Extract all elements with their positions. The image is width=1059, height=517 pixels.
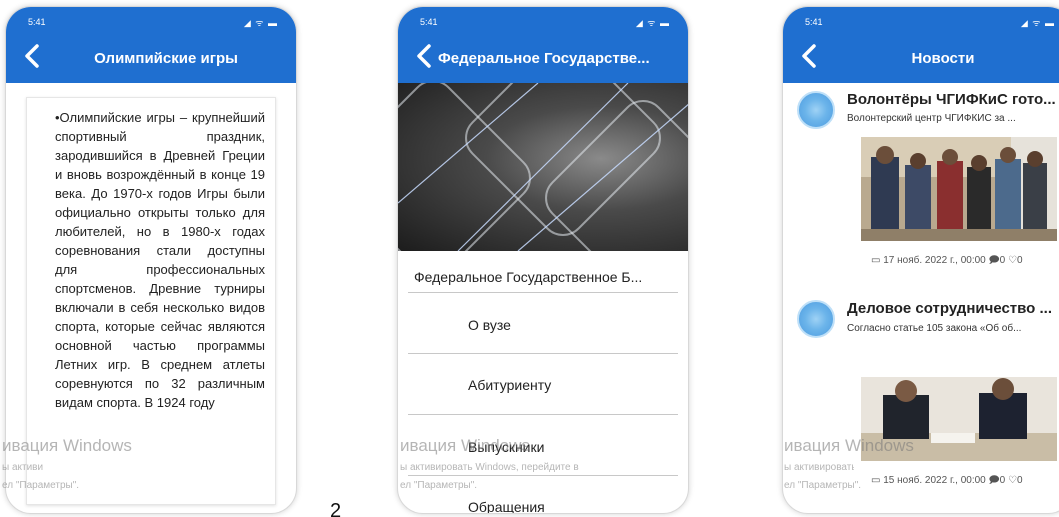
page-number: 2	[330, 500, 342, 517]
heart-icon[interactable]: ♡	[1008, 255, 1017, 266]
news-title[interactable]: Деловое сотрудничество ...	[847, 300, 1059, 317]
divider	[408, 353, 678, 354]
activation-watermark-line3: ел "Параметры".	[784, 480, 862, 491]
comment-icon: 🗩	[988, 475, 1000, 486]
back-button[interactable]	[799, 43, 821, 69]
news-date: 15 нояб. 2022 г., 00:00	[883, 475, 986, 486]
activation-watermark: ивация Windows	[400, 436, 530, 455]
page-title: Олимпийские игры	[94, 50, 238, 67]
activation-watermark-line2: ы активи	[2, 462, 44, 473]
chevron-left-icon	[802, 44, 816, 68]
activation-watermark-line2: ы активировать Windows, перейдите в	[784, 462, 854, 473]
news-subtitle: Волонтерский центр ЧГИФКИС за ...	[847, 113, 1016, 124]
news-avatar	[797, 91, 835, 129]
activation-watermark-line2: ы активировать Windows, перейдите в	[400, 462, 579, 473]
hero-image	[398, 83, 688, 251]
comment-icon: 🗩	[988, 255, 1000, 266]
page-title: Федеральное Государстве...	[438, 50, 650, 67]
menu-item-applicants[interactable]: Абитуриенту	[468, 377, 551, 393]
activation-watermark-line3: ел "Параметры".	[400, 480, 478, 491]
status-icons: ◢ ᯤ ▬	[635, 18, 670, 28]
news-meta: ▭ 17 нояб. 2022 г., 00:00 🗩0 ♡0	[871, 253, 1023, 270]
divider	[408, 292, 678, 293]
chevron-left-icon	[25, 44, 39, 68]
activation-watermark: ивация Windows	[784, 436, 914, 455]
app-bar: 5:41 ◢ ᯤ ▬ Федеральное Государстве...	[398, 7, 688, 83]
status-icons: ◢ ᯤ ▬	[243, 18, 278, 28]
news-avatar	[797, 300, 835, 338]
university-name: Федеральное Государственное Б...	[414, 269, 643, 285]
status-icons: ◢ ᯤ ▬	[1020, 18, 1055, 28]
like-count: 0	[1016, 255, 1023, 266]
chevron-left-icon	[417, 44, 431, 68]
news-photo[interactable]	[861, 137, 1057, 241]
comment-count: 0	[999, 255, 1006, 266]
menu-item-about[interactable]: О вузе	[468, 317, 511, 333]
news-title[interactable]: Волонтёры ЧГИФКиС гото...	[847, 91, 1059, 108]
back-button[interactable]	[22, 43, 44, 69]
menu-item-requests[interactable]: Обращения	[468, 499, 545, 513]
status-time: 5:41	[28, 17, 46, 27]
page-title: Новости	[911, 50, 975, 67]
news-subtitle: Согласно статье 105 закона «Об об...	[847, 323, 1022, 334]
article-text: •Олимпийские игры – крупнейший спортивны…	[55, 110, 265, 410]
status-time: 5:41	[420, 17, 438, 27]
news-date: 17 нояб. 2022 г., 00:00	[883, 255, 986, 266]
calendar-icon: ▭	[871, 475, 881, 486]
like-count: 0	[1016, 475, 1023, 486]
activation-watermark: ивация Windows	[2, 436, 132, 455]
activation-watermark-line3: ел "Параметры".	[2, 480, 80, 491]
app-bar: 5:41 ◢ ᯤ ▬ Олимпийские игры	[6, 7, 296, 83]
news-meta: ▭ 15 нояб. 2022 г., 00:00 🗩0 ♡0	[871, 473, 1023, 490]
app-bar: 5:41 ◢ ᯤ ▬ Новости	[783, 7, 1059, 83]
divider	[408, 414, 678, 415]
status-time: 5:41	[805, 17, 823, 27]
calendar-icon: ▭	[871, 255, 881, 266]
divider	[408, 475, 678, 476]
heart-icon[interactable]: ♡	[1008, 475, 1017, 486]
back-button[interactable]	[414, 43, 436, 69]
comment-count: 0	[999, 475, 1006, 486]
